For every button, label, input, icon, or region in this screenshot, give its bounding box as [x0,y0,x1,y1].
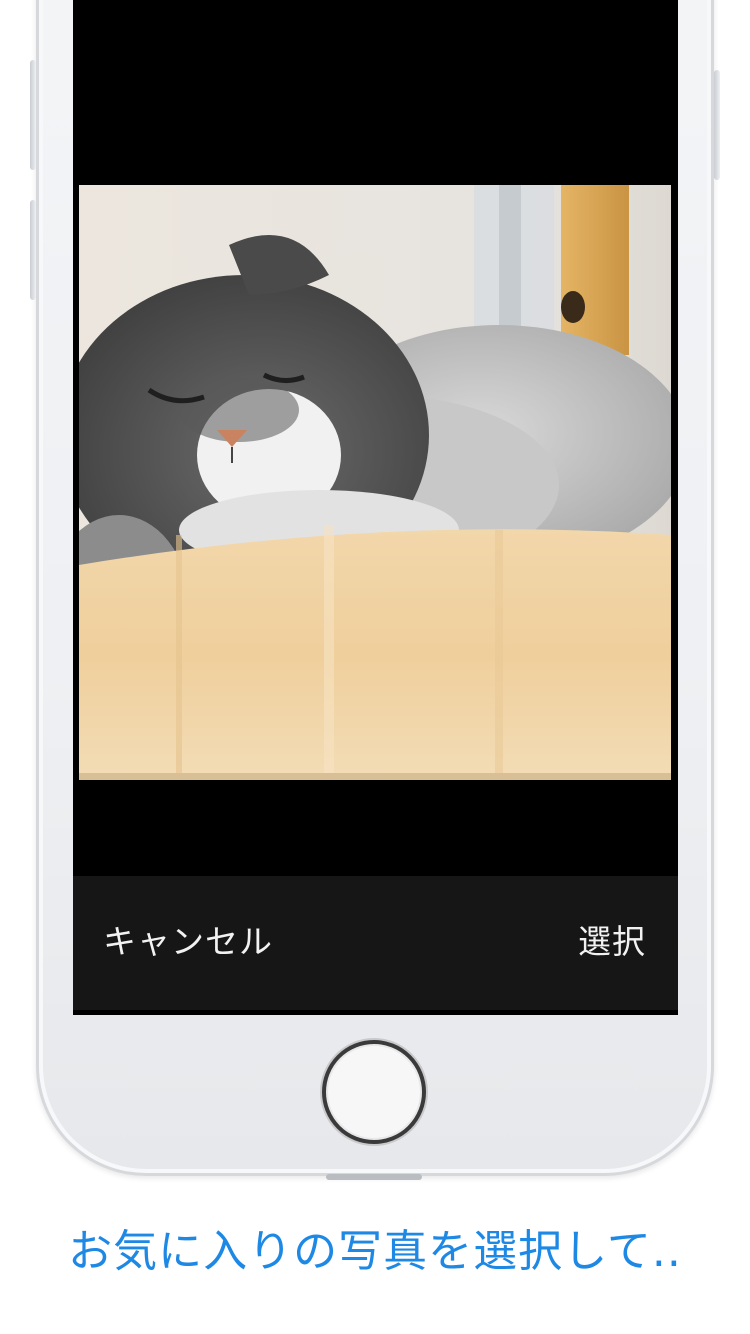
cancel-button[interactable]: キャンセル [103,922,273,962]
picker-toolbar: キャンセル 選択 [73,876,678,1010]
power-button-right [714,70,720,180]
promo-caption: お気に入りの写真を選択して.. [68,1226,682,1277]
selected-photo[interactable] [79,185,671,780]
select-button[interactable]: 選択 [578,922,646,962]
home-button[interactable] [322,1040,426,1144]
volume-button-left [30,60,36,170]
app-store-screenshot: キャンセル 選択 お気に入りの写真を選択して.. [0,0,750,1334]
mute-button-left [30,200,36,300]
speaker-grille [326,1174,422,1180]
phone-screen: キャンセル 選択 [73,0,678,1015]
cat-photo-image [79,185,671,780]
